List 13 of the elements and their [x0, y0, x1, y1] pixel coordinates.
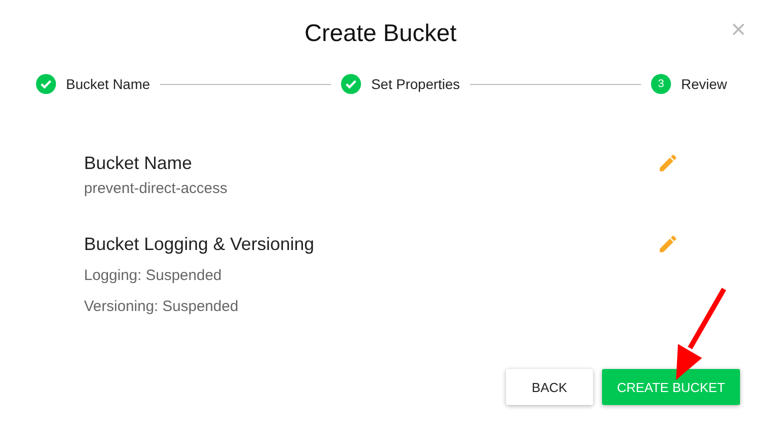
dialog-title: Create Bucket: [304, 20, 457, 49]
step-number: 3: [651, 74, 672, 94]
step-label: Set Properties: [371, 76, 460, 92]
create-button[interactable]: CREATE BUCKET: [602, 369, 740, 405]
step-label: Bucket Name: [66, 76, 150, 92]
section-value: Versioning: Suspended: [84, 298, 240, 315]
section-title: Bucket Name: [84, 152, 192, 174]
step-label: Review: [681, 76, 728, 92]
back-button[interactable]: BACK: [506, 369, 593, 405]
section-title: Bucket Logging & Versioning: [84, 234, 314, 254]
section-value: prevent-direct-access: [84, 180, 228, 197]
close-button[interactable]: ×: [730, 16, 746, 42]
section-value: Logging: Suspended: [84, 267, 223, 284]
